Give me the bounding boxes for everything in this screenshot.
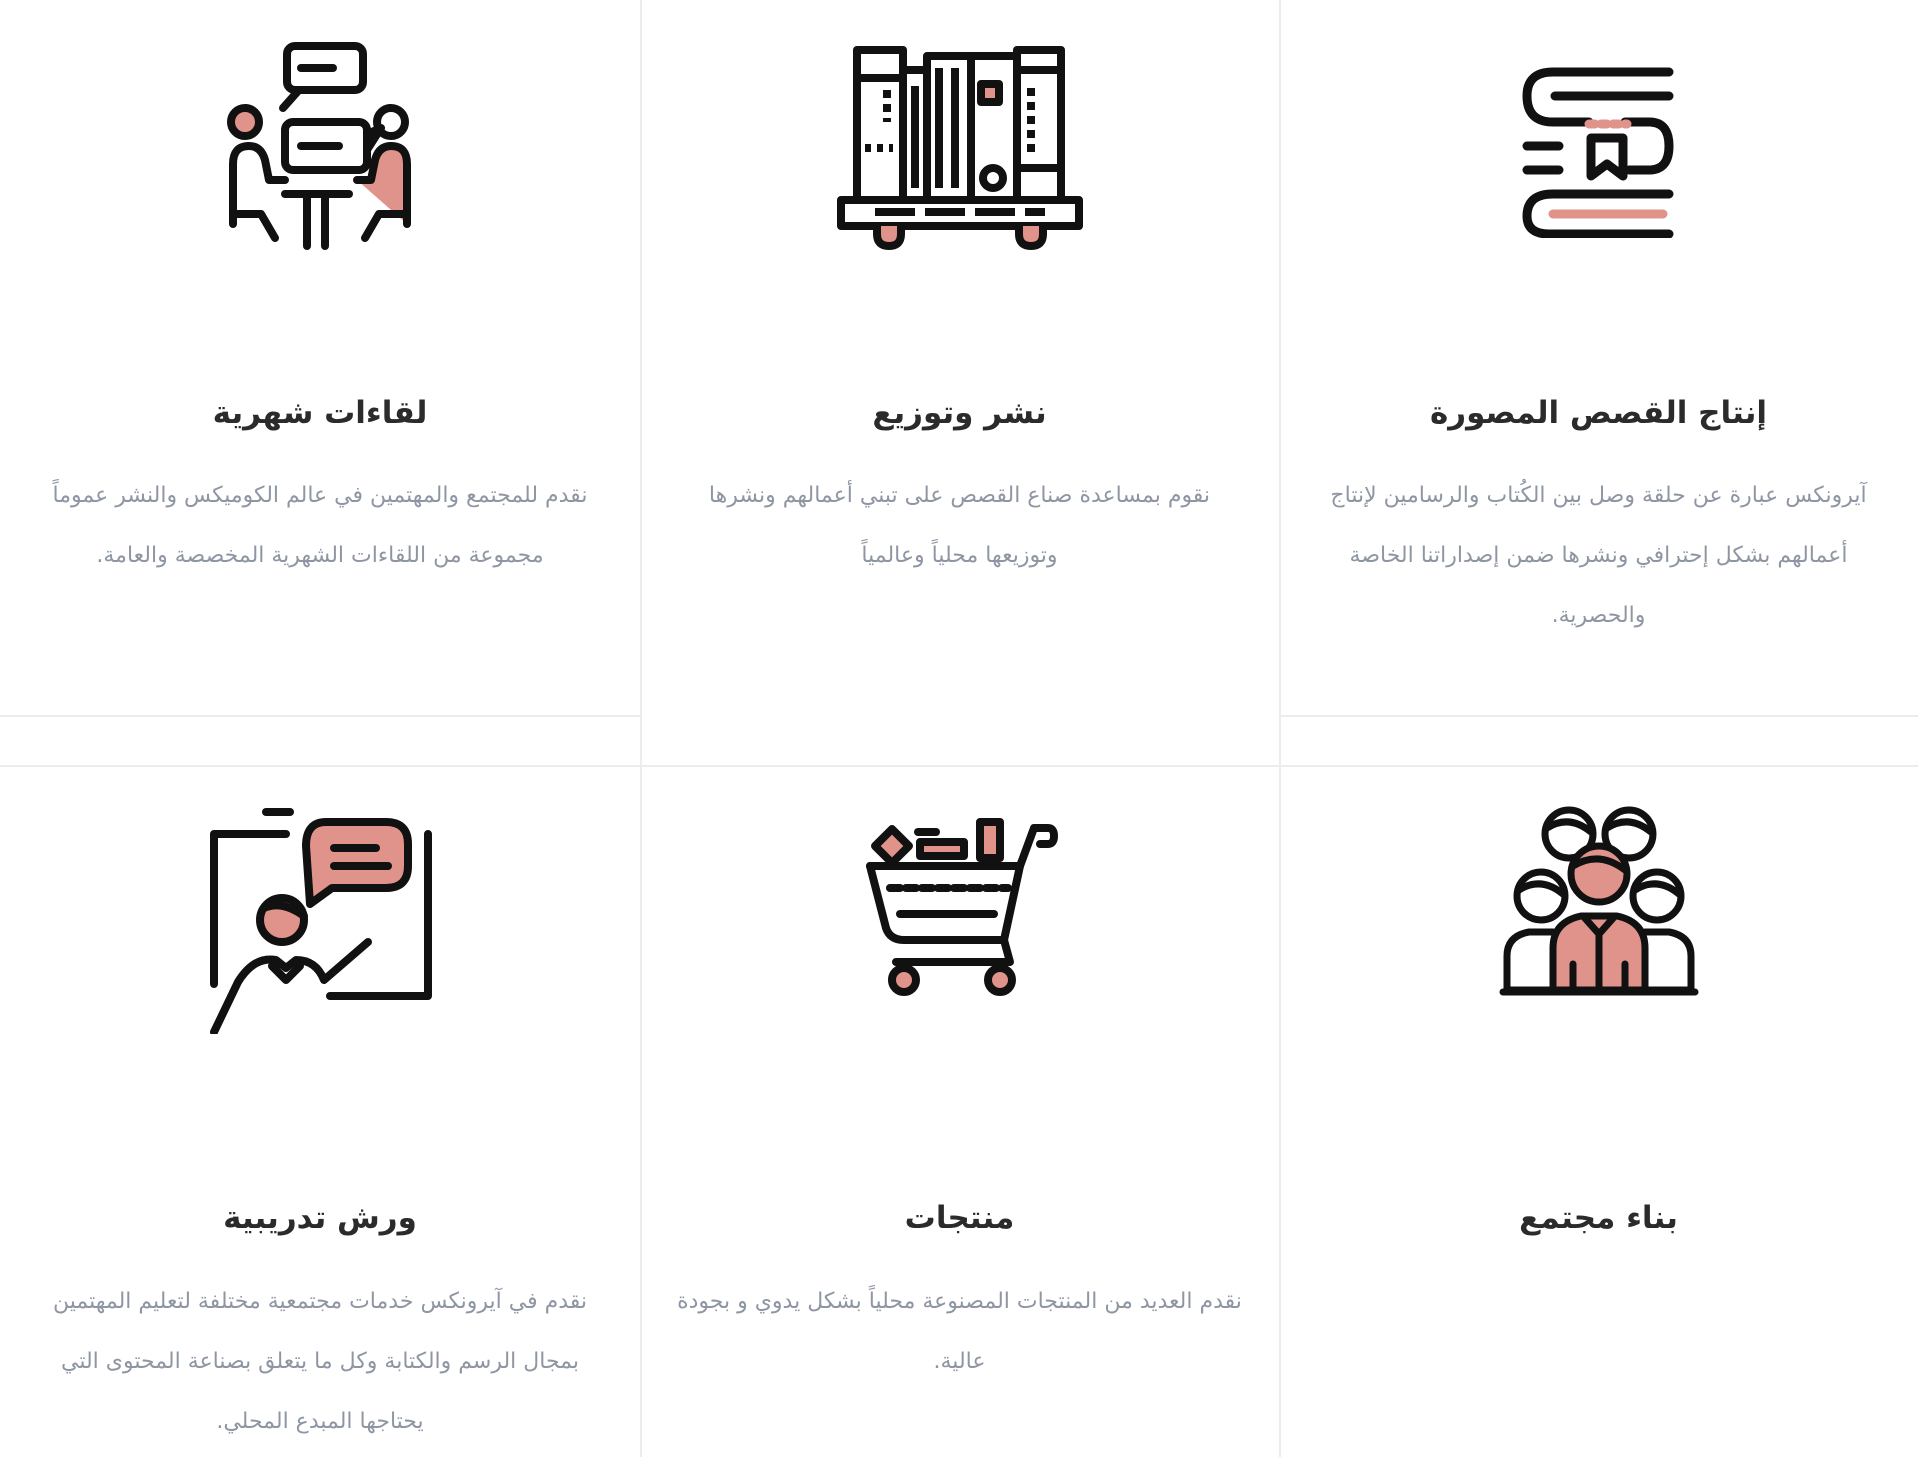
meeting-icon — [225, 38, 415, 262]
shopping-cart-icon — [860, 804, 1060, 1008]
service-title: ورش تدريبية — [223, 1200, 417, 1236]
column-divider — [1279, 0, 1281, 1457]
service-title: منتجات — [904, 1200, 1015, 1236]
service-title: بناء مجتمع — [1519, 1200, 1678, 1236]
row-divider — [0, 765, 1918, 767]
service-card-community: بناء مجتمع — [1279, 766, 1918, 1457]
presentation-icon — [200, 804, 440, 1038]
row-divider — [1279, 715, 1918, 717]
service-card-comics-production: إنتاج القصص المصورة آيرونكس عبارة عن حلق… — [1279, 0, 1918, 715]
column-divider — [640, 0, 642, 1457]
service-description: نقدم للمجتمع والمهتمين في عالم الكوميكس … — [52, 483, 588, 568]
bookshelf-cart-icon — [835, 38, 1085, 262]
book-production-icon — [1519, 38, 1679, 242]
service-card-products: منتجات نقدم العديد من المنتجات المصنوعة … — [640, 766, 1279, 1457]
service-card-workshops: ورش تدريبية نقدم في آيرونكس خدمات مجتمعي… — [0, 766, 640, 1457]
service-title: إنتاج القصص المصورة — [1429, 395, 1768, 431]
service-card-publishing: نشر وتوزيع نقوم بمساعدة صناع القصص على ت… — [640, 0, 1279, 715]
service-description: نقوم بمساعدة صناع القصص على تبني أعمالهم… — [708, 483, 1211, 568]
service-title: لقاءات شهرية — [212, 395, 428, 431]
service-description: آيرونكس عبارة عن حلقة وصل بين الكُتاب وا… — [1330, 483, 1867, 628]
service-description: نقدم في آيرونكس خدمات مجتمعية مختلفة لتع… — [52, 1289, 588, 1434]
service-card-monthly-meetings: لقاءات شهرية نقدم للمجتمع والمهتمين في ع… — [0, 0, 640, 715]
row-divider — [0, 715, 640, 717]
service-description: نقدم العديد من المنتجات المصنوعة محلياً … — [677, 1289, 1242, 1374]
services-grid: لقاءات شهرية نقدم للمجتمع والمهتمين في ع… — [0, 0, 1918, 1457]
service-title: نشر وتوزيع — [872, 395, 1047, 431]
community-icon — [1499, 804, 1699, 1008]
